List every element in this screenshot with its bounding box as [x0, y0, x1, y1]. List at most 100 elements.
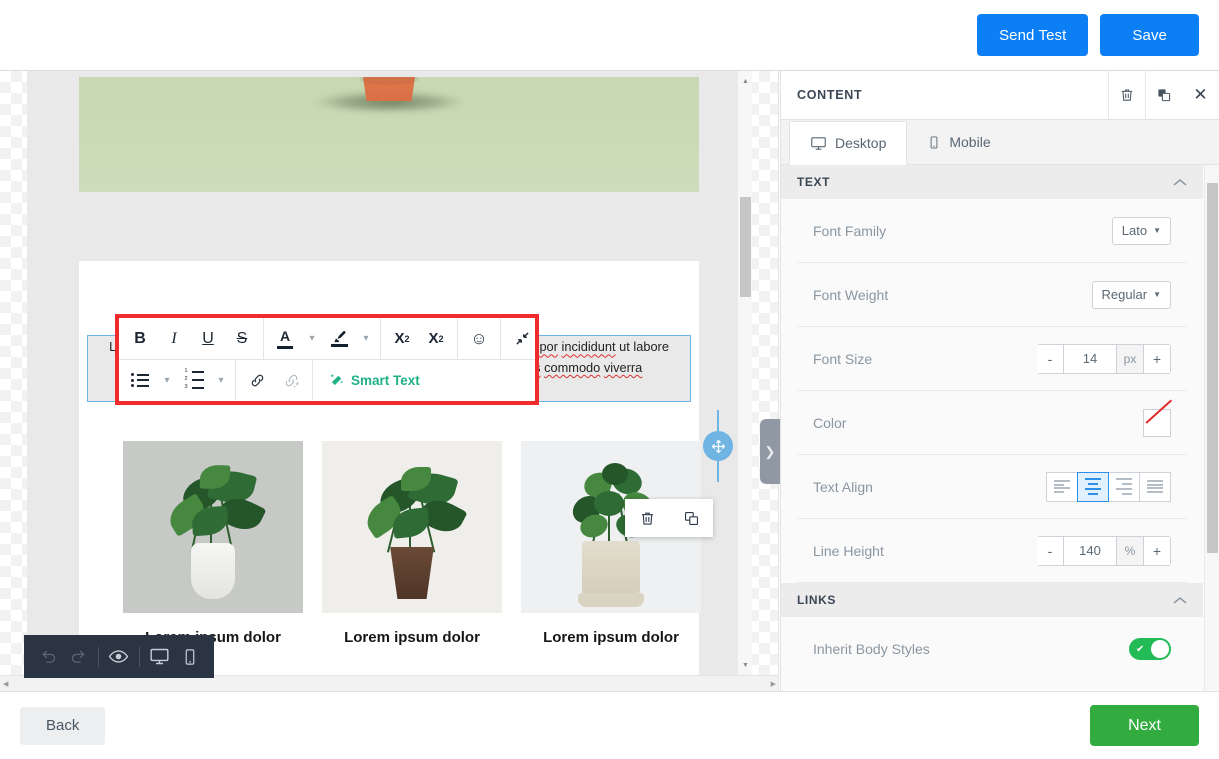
link-icon[interactable] — [240, 363, 274, 397]
chevron-down-icon[interactable]: ▾ — [211, 363, 231, 397]
font-size-decrement[interactable]: - — [1037, 344, 1064, 374]
gallery-item[interactable]: Lorem ipsum dolor — [521, 441, 701, 675]
rte-smart-text-group: Smart Text — [313, 360, 535, 400]
rte-color-group: A ▾ ▾ — [264, 318, 381, 359]
chevron-down-icon[interactable]: ▾ — [302, 322, 322, 356]
gallery-caption: Lorem ipsum dolor — [322, 629, 502, 646]
duplicate-icon[interactable] — [683, 510, 700, 527]
text-color-letter: A — [280, 328, 290, 344]
text-color-button[interactable]: A — [268, 322, 302, 356]
scroll-down-arrow[interactable]: ▼ — [738, 657, 752, 673]
back-button[interactable]: Back — [20, 707, 105, 745]
rich-text-toolbar[interactable]: B I U S A ▾ — [115, 314, 539, 405]
superscript-button[interactable]: X2 — [385, 322, 419, 356]
font-weight-dropdown[interactable]: Regular ▼ — [1092, 281, 1171, 309]
smart-text-button[interactable]: Smart Text — [317, 372, 420, 388]
redo-icon[interactable] — [64, 635, 92, 678]
rte-script-group: X2 X2 — [381, 318, 458, 359]
line-height-decrement[interactable]: - — [1037, 536, 1064, 566]
superscript-n: 2 — [405, 334, 410, 344]
check-icon: ✔ — [1136, 644, 1144, 655]
align-right-button[interactable] — [1108, 472, 1140, 502]
plant-art — [337, 449, 487, 599]
plant-pot-white — [191, 543, 235, 599]
bullet-list-icon[interactable] — [123, 363, 157, 397]
chevron-down-icon[interactable]: ▾ — [356, 322, 376, 356]
undo-icon[interactable] — [34, 635, 62, 678]
inherit-body-styles-toggle[interactable]: ✔ — [1129, 638, 1171, 660]
section-title-text: TEXT — [797, 175, 830, 189]
italic-button[interactable]: I — [157, 322, 191, 356]
align-center-button[interactable] — [1077, 472, 1109, 502]
desktop-icon[interactable] — [146, 635, 174, 678]
section-header-text[interactable]: TEXT — [781, 165, 1203, 199]
row-text-align: Text Align — [797, 455, 1187, 519]
canvas-vertical-scrollbar[interactable]: ▲ ▼ — [737, 71, 752, 675]
canvas-bottom-toolbar[interactable] — [24, 635, 214, 678]
tab-desktop[interactable]: Desktop — [789, 121, 907, 165]
panel-content: TEXT Font Family Lato ▼ Font Weight Regu… — [781, 165, 1203, 691]
font-size-increment[interactable]: + — [1143, 344, 1171, 374]
collapse-icon[interactable] — [505, 322, 539, 356]
line-height-increment[interactable]: + — [1143, 536, 1171, 566]
rte-list-group: ▾ ▾ — [119, 360, 236, 400]
move-block-handle[interactable] — [703, 431, 733, 461]
tab-mobile[interactable]: Mobile — [907, 120, 1010, 164]
scroll-right-arrow[interactable]: ▶ — [771, 680, 776, 688]
subscript-button[interactable]: X2 — [419, 322, 453, 356]
panel-collapse-handle[interactable]: ❯ — [760, 419, 780, 484]
panel-close-button[interactable]: ✕ — [1182, 71, 1219, 120]
rte-format-group: B I U S — [119, 318, 264, 359]
next-button[interactable]: Next — [1090, 705, 1199, 746]
footer-bar: Back Next — [0, 691, 1219, 759]
unlink-icon[interactable] — [274, 363, 308, 397]
hero-banner[interactable] — [79, 77, 699, 192]
align-left-button[interactable] — [1046, 472, 1078, 502]
subscript-x: X — [428, 330, 438, 347]
caret-down-icon: ▼ — [1153, 226, 1161, 235]
send-test-button[interactable]: Send Test — [977, 14, 1088, 56]
trash-icon[interactable] — [639, 510, 656, 527]
rte-row-2: ▾ ▾ — [119, 360, 535, 400]
chevron-up-icon[interactable] — [1173, 178, 1187, 187]
chevron-down-icon[interactable]: ▾ — [157, 363, 177, 397]
email-canvas[interactable]: Lorem ipsum dolor — [0, 71, 779, 691]
bold-button[interactable]: B — [123, 322, 157, 356]
font-family-value: Lato — [1122, 223, 1147, 238]
gallery-item[interactable]: Lorem ipsum dolor — [322, 441, 502, 675]
font-size-value[interactable]: 14 — [1063, 344, 1117, 374]
panel-scroll-thumb[interactable] — [1207, 183, 1218, 553]
mobile-icon[interactable] — [176, 635, 204, 678]
chevron-up-icon[interactable] — [1173, 596, 1187, 605]
emoji-icon[interactable]: ☺ — [462, 322, 496, 356]
highlighter-icon[interactable] — [322, 322, 356, 356]
save-button[interactable]: Save — [1100, 14, 1199, 56]
panel-delete-button[interactable] — [1108, 71, 1145, 120]
ordered-list-icon[interactable] — [177, 363, 211, 397]
panel-header: CONTENT ✕ — [781, 71, 1219, 120]
underline-button[interactable]: U — [191, 322, 225, 356]
font-family-dropdown[interactable]: Lato ▼ — [1112, 217, 1171, 245]
email-page[interactable]: Lorem ipsum dolor — [27, 71, 752, 675]
element-float-toolbar[interactable] — [625, 499, 713, 537]
line-height-value[interactable]: 140 — [1063, 536, 1117, 566]
toolbar-divider — [139, 647, 140, 667]
font-weight-value: Regular — [1102, 287, 1148, 302]
strikethrough-button[interactable]: S — [225, 322, 259, 356]
panel-duplicate-button[interactable] — [1145, 71, 1182, 120]
plant-photo-2[interactable] — [322, 441, 502, 613]
scroll-left-arrow[interactable]: ◀ — [3, 680, 8, 688]
toggle-knob — [1151, 640, 1169, 658]
eye-icon[interactable] — [105, 635, 133, 678]
color-swatch-none[interactable] — [1143, 409, 1171, 437]
rte-emoji-group: ☺ — [458, 318, 501, 359]
panel-scrollbar[interactable] — [1204, 165, 1219, 691]
label-font-family: Font Family — [813, 223, 1102, 239]
canvas-scroll-thumb[interactable] — [740, 197, 751, 297]
plant-photo-1[interactable] — [123, 441, 303, 613]
label-font-weight: Font Weight — [813, 287, 1082, 303]
plant-pot-beige — [582, 541, 640, 599]
align-justify-button[interactable] — [1139, 472, 1171, 502]
scroll-up-arrow[interactable]: ▲ — [738, 73, 752, 89]
section-header-links[interactable]: LINKS — [781, 583, 1203, 617]
